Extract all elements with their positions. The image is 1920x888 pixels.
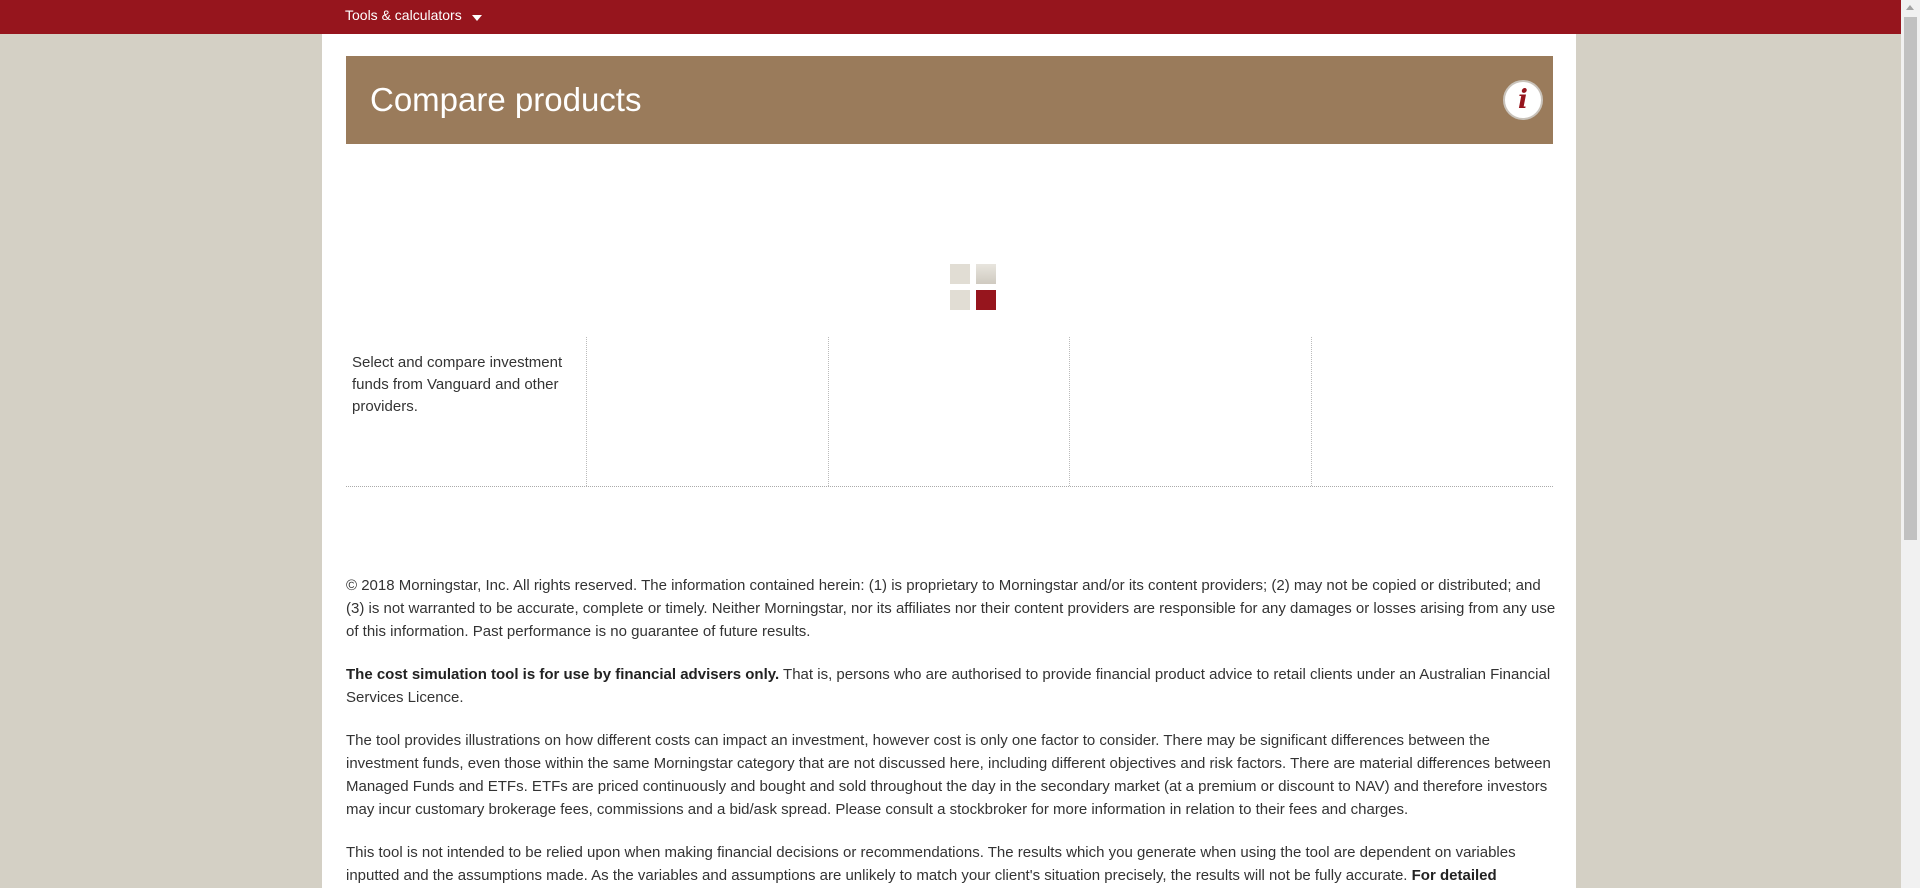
compare-table: Select and compare investment funds from… <box>346 337 1553 487</box>
top-nav-bar: Tools & calculators <box>0 0 1901 34</box>
loading-spinner-icon <box>950 264 996 310</box>
disclaimer-copyright: © 2018 Morningstar, Inc. All rights rese… <box>346 577 1556 640</box>
loader-square <box>976 264 996 284</box>
disclaimer-reliance-text: This tool is not intended to be relied u… <box>346 844 1516 884</box>
compare-slot-4[interactable] <box>1312 337 1553 486</box>
loader-square <box>950 290 970 310</box>
disclaimer-reliance-bold: For detailed <box>1411 867 1497 884</box>
disclaimer-costs: The tool provides illustrations on how d… <box>346 732 1551 818</box>
vertical-scrollbar[interactable] <box>1901 0 1920 888</box>
page-title: Compare products <box>370 81 642 118</box>
loader-square-active <box>976 290 996 310</box>
scrollbar-thumb[interactable] <box>1904 17 1917 540</box>
compare-slot-3[interactable] <box>1070 337 1312 486</box>
disclaimer-advisers: The cost simulation tool is for use by f… <box>346 663 1556 709</box>
compare-slot-1[interactable] <box>587 337 829 486</box>
page-header: Compare products i <box>346 56 1553 144</box>
tools-calculators-label: Tools & calculators <box>345 7 462 23</box>
info-icon[interactable]: i <box>1503 80 1543 120</box>
disclaimer-advisers-bold: The cost simulation tool is for use by f… <box>346 666 780 683</box>
main-content: Compare products i Select and compare in… <box>322 34 1576 888</box>
scroll-up-icon[interactable] <box>1906 5 1914 10</box>
compare-slot-2[interactable] <box>829 337 1071 486</box>
tools-calculators-menu[interactable]: Tools & calculators <box>345 7 482 23</box>
disclaimer: © 2018 Morningstar, Inc. All rights rese… <box>346 574 1556 888</box>
chevron-down-icon <box>471 15 482 21</box>
compare-intro-text: Select and compare investment funds from… <box>346 337 588 486</box>
info-icon-glyph: i <box>1518 85 1528 115</box>
disclaimer-reliance: This tool is not intended to be relied u… <box>346 841 1556 887</box>
loader-square <box>950 264 970 284</box>
